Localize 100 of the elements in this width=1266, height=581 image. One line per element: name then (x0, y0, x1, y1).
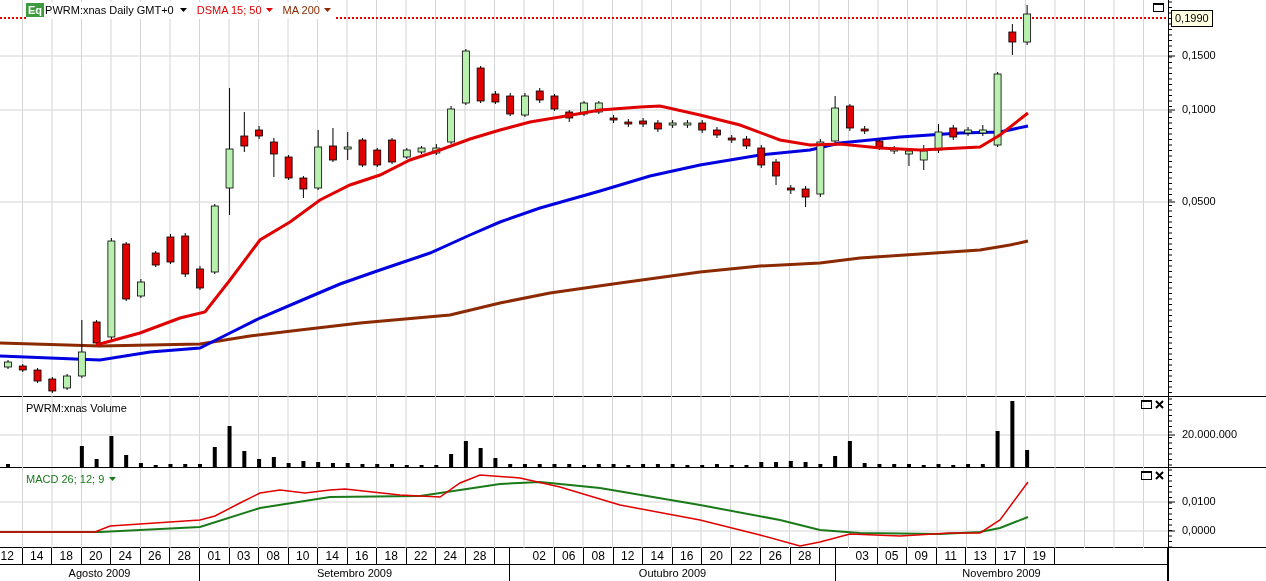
date-label: 22 (406, 548, 436, 564)
candle (639, 117, 647, 128)
month-label: Setembro 2009 (200, 565, 510, 581)
candle (934, 123, 943, 154)
candle (4, 359, 12, 370)
candle (816, 138, 825, 198)
candle (402, 147, 411, 160)
candle (491, 90, 500, 105)
date-label: 26 (761, 548, 791, 564)
date-label: 18 (377, 548, 407, 564)
axis-label: 0,0500 (1182, 196, 1216, 207)
candle (1008, 23, 1017, 56)
candle (122, 241, 131, 302)
candle (949, 124, 958, 141)
date-label: 03 (229, 548, 259, 564)
candle (1023, 4, 1032, 46)
candle (580, 100, 588, 117)
candle (698, 119, 707, 134)
candle (343, 131, 352, 161)
panel-title: PWRM:xnas Volume (26, 401, 127, 416)
candle (978, 124, 987, 137)
candle (240, 111, 249, 153)
date-label: 19 (1025, 548, 1055, 564)
last-price-label: 0,1990 (1171, 10, 1213, 27)
candle (964, 126, 972, 137)
candle (77, 319, 86, 379)
date-label: 24 (111, 548, 141, 564)
date-label: 14 (318, 548, 348, 564)
candle (919, 144, 928, 171)
axis-label: 0,1000 (1182, 104, 1216, 115)
maximize-icon[interactable] (1141, 400, 1152, 409)
indicator-label[interactable]: DSMA 15; 50 (196, 2, 262, 19)
candle (314, 129, 323, 191)
candle (92, 319, 101, 346)
date-label: 28 (465, 548, 495, 564)
candle (432, 143, 441, 156)
date-label: 09 (907, 548, 937, 564)
candle (654, 119, 662, 133)
candle (166, 233, 175, 265)
date-label: 08 (584, 548, 614, 564)
date-label: 28 (790, 548, 820, 564)
date-label: 17 (995, 548, 1025, 564)
date-label: 20 (702, 548, 732, 564)
axis-label: 0,0100 (1182, 496, 1216, 507)
candle (772, 158, 780, 186)
candle (329, 127, 337, 163)
month-label: Outubro 2009 (510, 565, 836, 581)
candle (137, 278, 145, 299)
date-label: 03 (848, 548, 878, 564)
maximize-icon[interactable] (1153, 3, 1164, 12)
candle (461, 48, 470, 106)
date-label: 12 (613, 548, 643, 564)
candle (48, 376, 57, 394)
candle (18, 363, 27, 373)
date-label: 11 (936, 548, 966, 564)
axis-label: 0,0000 (1182, 525, 1216, 536)
chart-title: PWRM:xnas Daily GMT+0 (45, 3, 174, 18)
date-label: 13 (966, 548, 996, 564)
candle (846, 103, 854, 132)
maximize-icon[interactable] (1141, 471, 1152, 480)
date-label: 02 (525, 548, 555, 564)
date-label: 16 (672, 548, 702, 564)
caret-icon[interactable] (179, 8, 187, 13)
candle (786, 184, 795, 195)
close-icon[interactable] (1155, 471, 1164, 480)
caret-icon[interactable] (323, 8, 331, 13)
eq-badge: Eq (26, 3, 45, 18)
panel-title: MACD 26; 12; 9 (26, 472, 105, 487)
close-icon[interactable] (1155, 400, 1164, 409)
candle (447, 105, 455, 145)
month-label: Novembro 2009 (836, 565, 1168, 581)
candle (565, 109, 574, 123)
candle (373, 147, 382, 168)
candle (890, 145, 899, 155)
date-label: 20 (81, 548, 111, 564)
candle (683, 119, 692, 129)
candle (417, 145, 426, 155)
indicator-label[interactable]: MA 200 (282, 2, 320, 19)
candle (284, 154, 293, 181)
date-label: 12 (0, 548, 23, 564)
date-label: 16 (347, 548, 377, 564)
date-label: 10 (288, 548, 318, 564)
date-label: 05 (877, 548, 907, 564)
candle (550, 93, 559, 112)
candle (535, 87, 544, 104)
candle (181, 232, 190, 278)
date-label: 28 (170, 548, 200, 564)
candle (358, 137, 367, 168)
candle (713, 126, 721, 139)
candle (63, 373, 71, 391)
date-label: 26 (140, 548, 170, 564)
candle (875, 137, 884, 151)
date-label: 06 (554, 548, 584, 564)
candle (831, 95, 839, 144)
date-label: 22 (731, 548, 761, 564)
candle (388, 137, 396, 165)
date-label: 01 (200, 548, 230, 564)
month-label: Agosto 2009 (0, 565, 200, 581)
candle (33, 367, 42, 384)
candle (594, 100, 603, 115)
